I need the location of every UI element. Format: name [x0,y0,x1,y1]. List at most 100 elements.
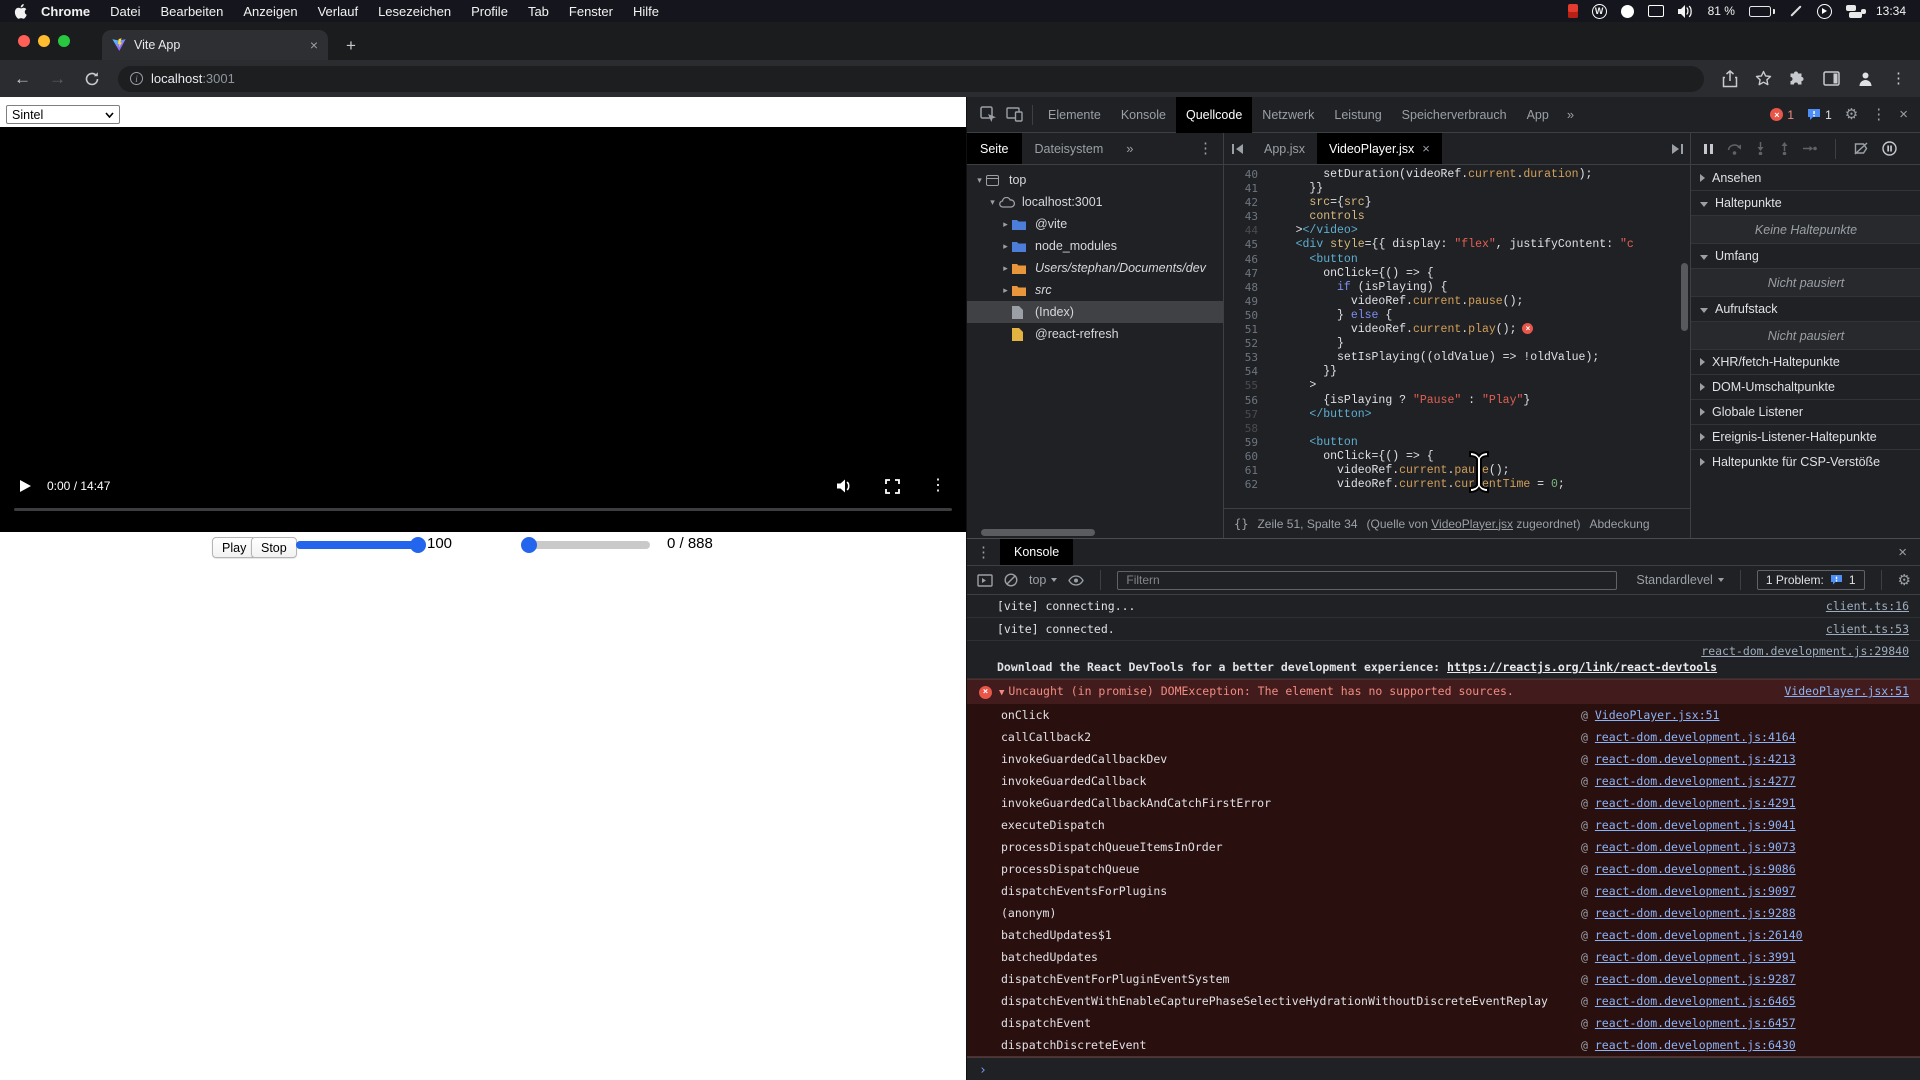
tree-item-top[interactable]: ▾ top [967,169,1223,191]
w-app-tray-icon[interactable]: W [1591,3,1607,19]
switch-tray-icon[interactable] [1845,4,1866,18]
line-number[interactable]: 48 [1224,281,1268,295]
debugger-section-xhr-fetch-haltepunkte[interactable]: XHR/fetch-Haltepunkte [1691,349,1920,374]
video-player[interactable]: 0:00 / 14:47 ⋮ [0,127,966,532]
editor-tab-scroll-right-icon[interactable] [1670,133,1690,164]
back-button[interactable]: ← [14,70,31,87]
step-out-icon[interactable] [1779,142,1790,155]
zoom-window-button[interactable] [58,35,70,47]
browser-menu-icon[interactable]: ⋮ [1891,71,1906,86]
twisty-expanded-icon[interactable]: ▾ [973,175,986,186]
line-number[interactable]: 40 [1224,168,1268,182]
step-over-icon[interactable] [1727,143,1742,155]
tree-item--react-refresh[interactable]: @react-refresh [967,323,1223,345]
devtools-tab-app[interactable]: App [1517,97,1559,133]
menu-item-bearbeiten[interactable]: Bearbeiten [160,4,223,19]
line-number[interactable]: 43 [1224,210,1268,224]
twisty-collapsed-icon[interactable]: ▸ [999,285,1012,296]
volume-icon[interactable] [837,479,855,493]
stack-source-link[interactable]: react-dom.development.js:4277 [1595,774,1796,788]
navigator-horizontal-scrollbar[interactable] [981,529,1095,536]
line-number[interactable]: 50 [1224,309,1268,323]
context-selector[interactable]: top [1029,573,1058,587]
mouse-tray-icon[interactable] [1620,3,1634,19]
play-button[interactable]: Play [212,537,257,558]
stack-source-link[interactable]: react-dom.development.js:4213 [1595,752,1796,766]
react-devtools-link[interactable]: https://reactjs.org/link/react-devtools [1447,660,1717,674]
video-overflow-menu-icon[interactable]: ⋮ [930,478,946,494]
new-tab-button[interactable]: + [346,37,356,54]
drawer-close-icon[interactable]: × [1884,539,1920,565]
video-select-dropdown[interactable]: Sintel [6,105,120,124]
line-number[interactable]: 60 [1224,450,1268,464]
editor-vertical-scrollbar[interactable] [1681,263,1688,331]
tree-item--vite[interactable]: ▸ @vite [967,213,1223,235]
error-source-link[interactable]: VideoPlayer.jsx:51 [1784,683,1909,699]
editor-tab-scroll-left-icon[interactable] [1224,133,1252,164]
stack-source-link[interactable]: react-dom.development.js:9073 [1595,840,1796,854]
url-bar[interactable]: i localhost:3001 [118,65,1704,92]
console-settings-gear-icon[interactable]: ⚙ [1898,573,1911,588]
debugger-section-globale-listener[interactable]: Globale Listener [1691,399,1920,424]
stack-source-link[interactable]: react-dom.development.js:6457 [1595,1016,1796,1030]
tab-seite[interactable]: Seite [967,133,1022,164]
reload-button[interactable] [84,71,100,87]
volume-tray-icon[interactable] [1677,3,1694,19]
share-icon[interactable] [1722,69,1738,88]
play-circle-tray-icon[interactable] [1816,3,1832,19]
pause-on-exceptions-icon[interactable] [1882,141,1897,156]
console-prompt[interactable]: › [967,1057,1920,1080]
line-number[interactable]: 52 [1224,337,1268,351]
expand-triangle-icon[interactable]: ▼ [999,685,1004,701]
live-expression-eye-icon[interactable] [1068,574,1085,586]
menu-item-chrome[interactable]: Chrome [41,4,90,19]
line-number[interactable]: 62 [1224,478,1268,492]
tree-item-src[interactable]: ▸ src [967,279,1223,301]
browser-tab[interactable]: Vite App × [102,30,328,60]
source-link[interactable]: client.ts:16 [1826,598,1909,614]
more-tabs-icon[interactable]: » [1559,107,1582,122]
seek-slider-thumb[interactable] [521,537,537,553]
video-play-icon[interactable] [20,480,31,492]
twisty-collapsed-icon[interactable]: ▸ [999,263,1012,274]
navigator-menu-icon[interactable]: ⋮ [1188,133,1223,164]
console-sidebar-toggle-icon[interactable] [977,573,993,587]
pause-script-icon[interactable] [1703,143,1714,155]
device-toolbar-icon[interactable] [1001,102,1027,128]
inspect-element-icon[interactable] [975,102,1001,128]
tab-dateisystem[interactable]: Dateisystem [1022,133,1117,164]
twisty-collapsed-icon[interactable]: ▸ [999,219,1012,230]
side-panel-icon[interactable] [1823,71,1840,86]
deactivate-breakpoints-icon[interactable] [1854,142,1869,155]
line-number[interactable]: 55 [1224,379,1268,393]
menu-item-anzeigen[interactable]: Anzeigen [243,4,297,19]
volume-slider[interactable] [296,537,426,553]
recording-indicator-icon[interactable] [1567,3,1578,19]
devtools-tab-leistung[interactable]: Leistung [1324,97,1391,133]
stack-source-link[interactable]: react-dom.development.js:26140 [1595,928,1803,942]
step-icon[interactable] [1803,143,1817,155]
tab-konsole[interactable]: Konsole [1000,539,1074,565]
stack-source-link[interactable]: react-dom.development.js:9288 [1595,906,1796,920]
stack-source-link[interactable]: react-dom.development.js:3991 [1595,950,1796,964]
menu-item-fenster[interactable]: Fenster [569,4,613,19]
menu-item-profile[interactable]: Profile [471,4,508,19]
seek-slider[interactable] [521,537,650,553]
tree-item-localhost-3001[interactable]: ▾ localhost:3001 [967,191,1223,213]
devtools-tab-quellcode[interactable]: Quellcode [1176,96,1253,133]
menu-item-tab[interactable]: Tab [528,4,549,19]
line-number[interactable]: 46 [1224,253,1268,267]
debugger-section-aufrufstack[interactable]: Aufrufstack [1691,296,1920,321]
tree-item-node-modules[interactable]: ▸ node_modules [967,235,1223,257]
stack-source-link[interactable]: react-dom.development.js:9097 [1595,884,1796,898]
line-number[interactable]: 59 [1224,436,1268,450]
volume-slider-thumb[interactable] [410,537,426,553]
menu-item-hilfe[interactable]: Hilfe [633,4,659,19]
inline-error-icon[interactable]: × [1522,323,1534,335]
line-number[interactable]: 44 [1224,224,1268,238]
devtools-menu-icon[interactable]: ⋮ [1871,107,1886,122]
debugger-section-haltepunkte-f-r-csp-verst-e[interactable]: Haltepunkte für CSP-Verstöße [1691,449,1920,474]
line-number[interactable]: 54 [1224,365,1268,379]
line-number[interactable]: 51 [1224,323,1268,337]
minimize-window-button[interactable] [38,35,50,47]
